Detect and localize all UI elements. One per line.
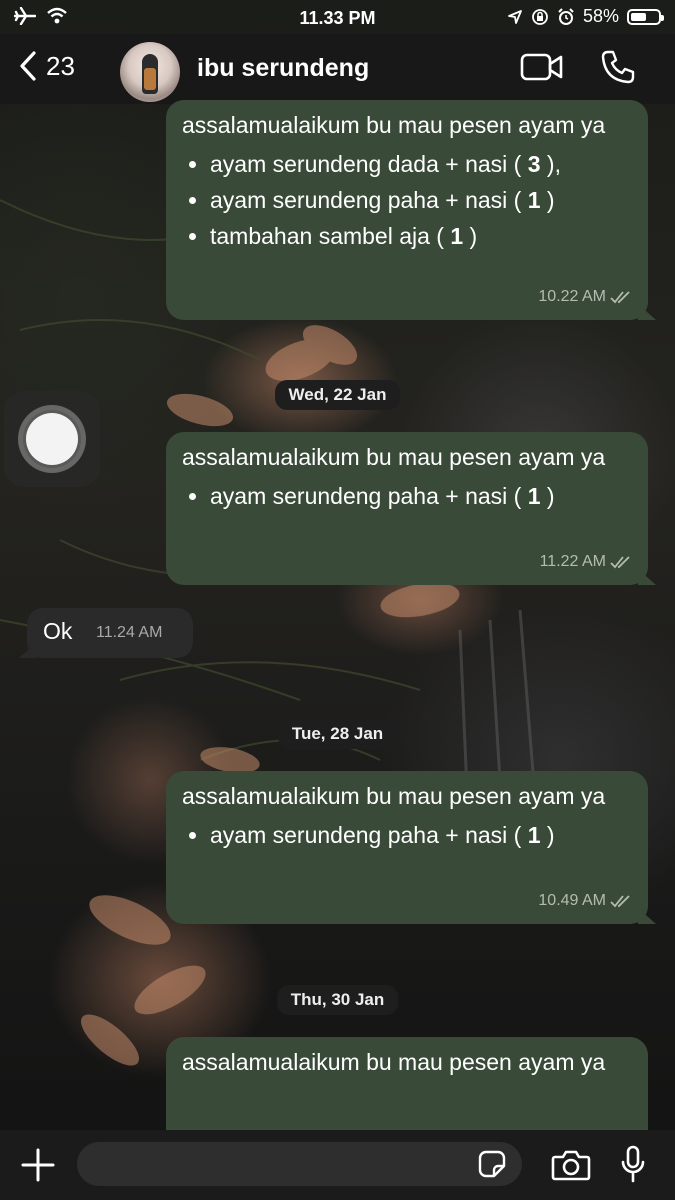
message-meta: 10.49 AM <box>538 884 632 918</box>
order-list: ayam serundeng paha + nasi ( 1 ) <box>182 478 632 514</box>
avatar-figure-detail <box>144 68 156 90</box>
assistive-touch-center <box>26 413 78 465</box>
back-button[interactable]: 23 <box>18 50 75 82</box>
message-meta: 11.22 AM <box>540 545 632 579</box>
message-text: assalamualaikum bu mau pesen ayam ya <box>182 783 606 809</box>
read-receipt-icon <box>610 556 630 569</box>
unread-count: 23 <box>46 50 75 81</box>
order-item: ayam serundeng paha + nasi ( 1 ) <box>210 817 632 853</box>
contact-avatar[interactable] <box>120 42 180 102</box>
date-separator: Tue, 28 Jan <box>277 719 398 749</box>
message-text: Ok <box>43 618 73 644</box>
outgoing-message[interactable]: assalamualaikum bu mau pesen ayam ya aya… <box>166 432 648 585</box>
read-receipt-icon <box>610 291 630 304</box>
message-time: 11.24 AM <box>96 624 163 641</box>
message-time: 10.49 AM <box>538 892 606 909</box>
date-separator: Wed, 22 Jan <box>274 380 401 410</box>
battery-percent: 58% <box>582 6 619 26</box>
order-list: ayam serundeng paha + nasi ( 1 ) <box>182 817 632 853</box>
message-meta: 10.22 AM <box>538 280 632 314</box>
message-text: assalamualaikum bu mau pesen ayam ya <box>182 444 606 470</box>
microphone-icon[interactable] <box>620 1145 646 1185</box>
outgoing-message[interactable]: assalamualaikum bu mau pesen ayam ya aya… <box>166 771 648 924</box>
orientation-lock-icon <box>532 8 548 25</box>
sticker-icon[interactable] <box>478 1150 506 1178</box>
message-input[interactable] <box>77 1142 522 1186</box>
video-call-icon[interactable] <box>520 52 564 82</box>
chat-header: 23 ibu serundeng <box>0 34 675 104</box>
battery-fill <box>631 12 646 21</box>
alarm-icon <box>558 7 574 25</box>
order-item: ayam serundeng dada + nasi ( 3 ), <box>210 146 632 182</box>
status-bar: 11.33 PM 58% <box>0 0 675 34</box>
incoming-message[interactable]: Ok 11.24 AM <box>27 608 193 658</box>
location-icon <box>508 9 522 24</box>
message-input-bar <box>0 1130 675 1200</box>
read-receipt-icon <box>610 895 630 908</box>
battery-icon <box>627 8 664 25</box>
order-item: ayam serundeng paha + nasi ( 1 ) <box>210 182 632 218</box>
date-separator: Thu, 30 Jan <box>276 985 399 1015</box>
order-item: tambahan sambel aja ( 1 ) <box>210 218 632 254</box>
assistive-touch-button[interactable] <box>4 391 100 487</box>
order-item: ayam serundeng paha + nasi ( 1 ) <box>210 478 632 514</box>
message-time: 10.22 AM <box>538 288 606 305</box>
camera-icon[interactable] <box>551 1149 591 1181</box>
outgoing-message[interactable]: assalamualaikum bu mau pesen ayam ya aya… <box>166 100 648 320</box>
plus-icon[interactable] <box>20 1147 56 1183</box>
order-list: ayam serundeng dada + nasi ( 3 ), ayam s… <box>182 146 632 254</box>
phone-call-icon[interactable] <box>600 49 636 85</box>
contact-name[interactable]: ibu serundeng <box>197 54 369 83</box>
message-text: assalamualaikum bu mau pesen ayam ya <box>182 112 606 138</box>
message-time: 11.22 AM <box>539 553 606 570</box>
back-chevron-icon <box>20 51 36 81</box>
message-text: assalamualaikum bu mau pesen ayam ya <box>182 1049 606 1075</box>
